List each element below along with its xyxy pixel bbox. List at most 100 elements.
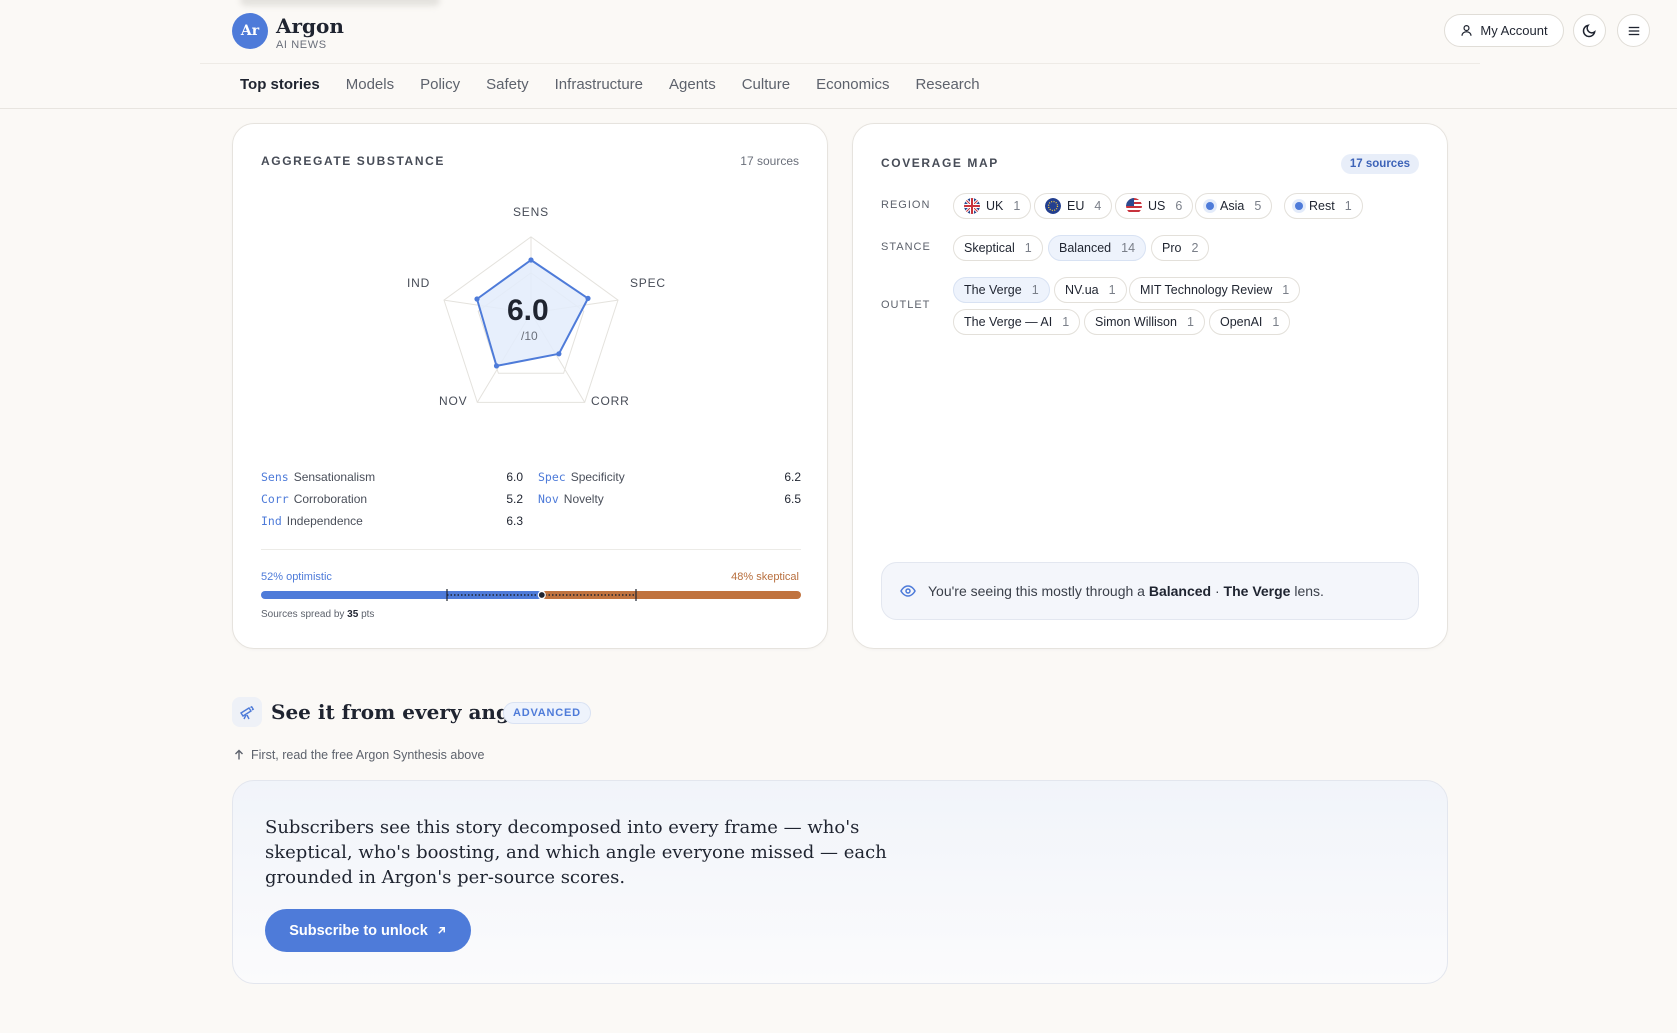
- spread-value: 35: [347, 609, 359, 620]
- chip-label: MIT Technology Review: [1140, 283, 1273, 297]
- metric-label: Sensationalism: [293, 470, 376, 484]
- uk-flag-icon: [964, 198, 980, 214]
- hamburger-icon: [1628, 26, 1639, 35]
- chip-count: 6: [1175, 199, 1183, 213]
- angle-section-title: See it from every angle: [271, 700, 531, 724]
- nav-research[interactable]: Research: [915, 76, 979, 93]
- chip-count: 5: [1254, 199, 1262, 213]
- substance-score-denominator: /10: [521, 329, 538, 343]
- region-dot-icon: [1295, 202, 1303, 210]
- header-bar: Ar Argon AI NEWS My Account: [200, 0, 1650, 64]
- stance-chip-balanced[interactable]: Balanced 14: [1048, 235, 1147, 261]
- brand-subtitle: AI NEWS: [276, 39, 327, 51]
- chip-label: OpenAI: [1220, 315, 1263, 329]
- theme-toggle-button[interactable]: [1573, 14, 1606, 47]
- stance-chip-pro[interactable]: Pro 2: [1151, 235, 1210, 261]
- nav-safety[interactable]: Safety: [486, 76, 529, 93]
- subscribe-to-unlock-button[interactable]: Subscribe to unlock: [265, 909, 471, 952]
- telescope-icon: [240, 705, 255, 720]
- chip-label: UK: [986, 199, 1004, 213]
- metric-label: Independence: [286, 514, 363, 528]
- chip-count: 1: [1031, 283, 1039, 297]
- nav-models[interactable]: Models: [346, 76, 394, 93]
- brand-name[interactable]: Argon: [276, 14, 344, 38]
- nav-top-stories[interactable]: Top stories: [240, 76, 320, 93]
- eye-icon: [900, 585, 916, 597]
- moon-icon: [1582, 24, 1596, 38]
- angle-note[interactable]: First, read the free Argon Synthesis abo…: [233, 748, 484, 762]
- chip-count: 1: [1024, 241, 1032, 255]
- region-chip-us[interactable]: US 6: [1115, 193, 1194, 219]
- subscribe-description: Subscribers see this story decomposed in…: [265, 817, 887, 888]
- chip-count: 1: [1344, 199, 1352, 213]
- stance-row-label: STANCE: [881, 241, 931, 253]
- outlet-chip-the-verge[interactable]: The Verge 1: [953, 277, 1050, 303]
- outlet-row-label: OUTLET: [881, 299, 931, 311]
- angle-note-text: First, read the free Argon Synthesis abo…: [251, 748, 485, 762]
- metric-code: Sens: [261, 470, 289, 484]
- user-icon: [1461, 25, 1472, 36]
- coverage-title: COVERAGE MAP: [881, 156, 999, 170]
- metric-label: Specificity: [570, 470, 625, 484]
- radar-label-corr: CORR: [591, 394, 630, 408]
- outlet-chip-mit-technology-review[interactable]: MIT Technology Review 1: [1129, 277, 1301, 303]
- chip-label: US: [1148, 199, 1166, 213]
- lens-prefix: You're seeing this mostly through a: [928, 583, 1145, 599]
- nav-policy[interactable]: Policy: [420, 76, 460, 93]
- sentiment-midpoint-marker: [537, 590, 546, 600]
- aggregate-substance-card: AGGREGATE SUBSTANCE 17 sources SENS SPEC…: [232, 123, 828, 649]
- chip-count: 1: [1282, 283, 1290, 297]
- external-arrow-icon: [438, 927, 445, 934]
- metric-independence: Ind Independence: [261, 514, 363, 528]
- radar-point-ind: [474, 296, 480, 302]
- outlet-chip-the-verge-ai[interactable]: The Verge — AI 1: [953, 309, 1081, 335]
- spread-note: Sources spread by 35 pts: [261, 609, 374, 620]
- radar-label-sens: SENS: [513, 205, 549, 219]
- us-flag-icon: [1126, 198, 1142, 214]
- chip-label: NV.ua: [1065, 283, 1099, 297]
- chip-label: Balanced: [1059, 241, 1112, 255]
- stance-chip-skeptical[interactable]: Skeptical 1: [953, 235, 1043, 261]
- my-account-label: My Account: [1480, 23, 1548, 38]
- argon-logo[interactable]: Ar: [232, 13, 268, 49]
- region-chip-uk[interactable]: UK 1: [953, 193, 1032, 219]
- metric-label: Novelty: [563, 492, 604, 506]
- menu-button[interactable]: [1617, 14, 1650, 47]
- outlet-chip-simon-willison[interactable]: Simon Willison 1: [1084, 309, 1205, 335]
- chip-label: Asia: [1220, 199, 1245, 213]
- metric-sensationalism: Sens Sensationalism: [261, 470, 375, 484]
- subscribe-button-label: Subscribe to unlock: [289, 922, 428, 939]
- region-chip-rest[interactable]: Rest 1: [1284, 193, 1363, 219]
- nav-culture[interactable]: Culture: [742, 76, 790, 93]
- lens-separator: ·: [1214, 583, 1220, 599]
- region-row-label: REGION: [881, 199, 931, 211]
- region-chip-asia[interactable]: Asia 5: [1195, 193, 1273, 219]
- nav-economics[interactable]: Economics: [816, 76, 889, 93]
- nav-infrastructure[interactable]: Infrastructure: [555, 76, 643, 93]
- metric-novelty: Nov Novelty: [538, 492, 604, 506]
- metric-code: Nov: [538, 492, 559, 506]
- chip-label: EU: [1067, 199, 1085, 213]
- chip-label: The Verge: [964, 283, 1022, 297]
- arrow-up-icon: [235, 749, 243, 760]
- lens-outlet: The Verge: [1223, 583, 1291, 599]
- substance-score: 6.0: [507, 294, 549, 327]
- chip-count: 4: [1094, 199, 1102, 213]
- region-chip-eu[interactable]: EU 4: [1034, 193, 1113, 219]
- nav-agents[interactable]: Agents: [669, 76, 716, 93]
- radar-label-nov: NOV: [439, 394, 468, 408]
- sentiment-bar: [261, 589, 801, 601]
- outlet-chip-nv-ua[interactable]: NV.ua 1: [1054, 277, 1127, 303]
- chip-count: 1: [1186, 315, 1194, 329]
- chip-label: Rest: [1309, 199, 1335, 213]
- chip-count: 1: [1108, 283, 1116, 297]
- metric-code: Spec: [538, 470, 566, 484]
- chip-label: Simon Willison: [1095, 315, 1177, 329]
- radar-point-spec: [585, 295, 591, 301]
- chip-label: Skeptical: [964, 241, 1015, 255]
- angle-section-icon: [232, 697, 262, 727]
- metric-label: Corroboration: [293, 492, 368, 506]
- outlet-chip-openai[interactable]: OpenAI 1: [1209, 309, 1291, 335]
- radar-point-nov: [493, 363, 500, 369]
- my-account-button[interactable]: My Account: [1444, 14, 1564, 47]
